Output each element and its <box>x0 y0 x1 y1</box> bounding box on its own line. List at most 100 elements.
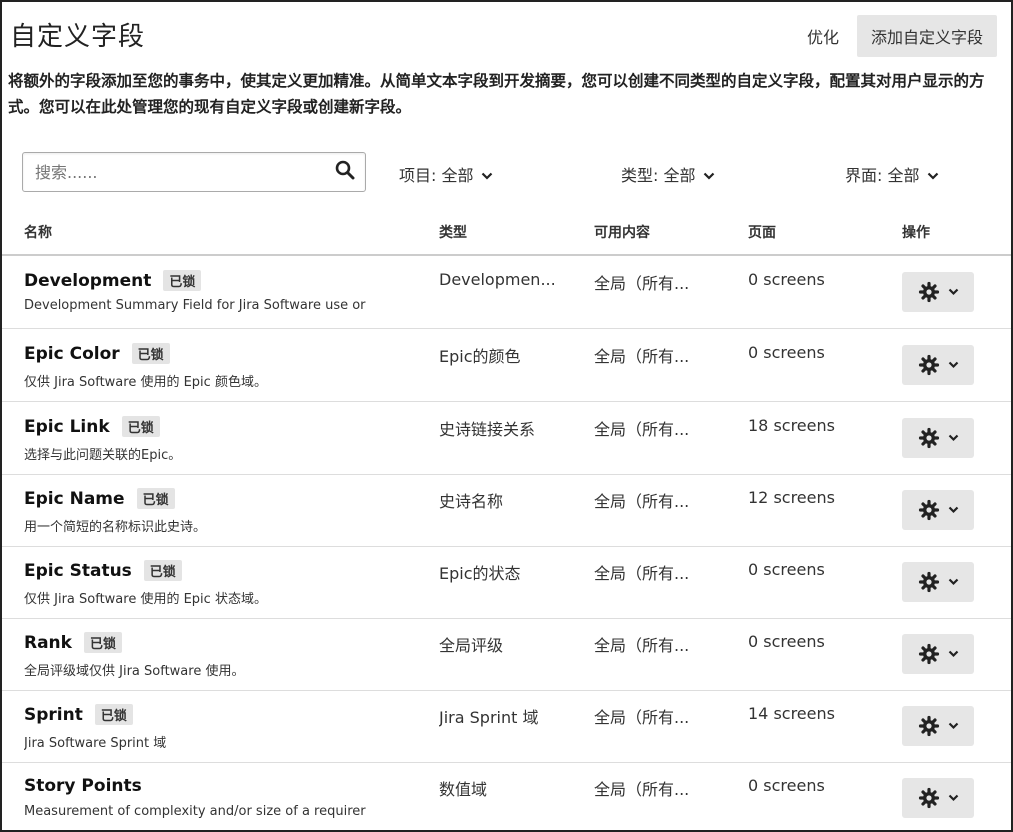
field-context[interactable]: 全局（所有... <box>594 560 724 584</box>
project-filter-label: 项目: 全部 <box>399 166 474 185</box>
field-screens[interactable]: 0 screens <box>748 270 878 289</box>
field-context[interactable]: 全局（所有... <box>594 416 724 440</box>
field-name[interactable]: Epic Name <box>24 489 125 509</box>
field-name[interactable]: Story Points <box>24 776 142 796</box>
field-type: 史诗链接关系 <box>439 420 536 439</box>
field-type: Developmen... <box>439 270 556 289</box>
field-context[interactable]: 全局（所有... <box>594 776 724 800</box>
column-header-screens[interactable]: 页面 <box>748 222 776 242</box>
field-context[interactable]: 全局（所有... <box>594 632 724 656</box>
actions-button[interactable] <box>902 490 974 530</box>
field-description: Development Summary Field for Jira Softw… <box>24 298 366 313</box>
custom-fields-page: 自定义字段 优化 添加自定义字段 将额外的字段添加至您的事务中，使其定义更加精准… <box>0 0 1013 832</box>
field-context[interactable]: 全局（所有... <box>594 704 724 728</box>
gear-icon <box>918 643 940 665</box>
table-row: Development 已锁 Development Summary Field… <box>2 256 1011 329</box>
field-screens[interactable]: 0 screens <box>748 632 878 651</box>
field-description: 仅供 Jira Software 使用的 Epic 状态域。 <box>24 592 267 607</box>
field-screens[interactable]: 12 screens <box>748 488 878 507</box>
field-name[interactable]: Epic Status <box>24 561 132 581</box>
gear-icon <box>918 787 940 809</box>
field-name-line: Epic Link 已锁 <box>24 416 160 437</box>
gear-icon <box>918 427 940 449</box>
type-filter-label: 类型: 全部 <box>621 166 696 185</box>
field-name-line: Epic Color 已锁 <box>24 343 170 364</box>
chevron-down-icon <box>948 578 959 586</box>
table-row: Sprint 已锁 Jira Software Sprint 域 Jira Sp… <box>2 690 1011 763</box>
table-row: Epic Link 已锁 选择与此问题关联的Epic。 史诗链接关系 全局（所有… <box>2 402 1011 475</box>
field-type: Jira Sprint 域 <box>439 708 539 727</box>
chevron-down-icon <box>948 361 959 369</box>
add-custom-field-button[interactable]: 添加自定义字段 <box>856 15 997 57</box>
gear-icon <box>918 499 940 521</box>
table-row: Epic Color 已锁 仅供 Jira Software 使用的 Epic … <box>2 329 1011 402</box>
actions-button[interactable] <box>902 634 974 674</box>
field-screens[interactable]: 18 screens <box>748 416 878 435</box>
table-row: Epic Name 已锁 用一个简短的名称标识此史诗。 史诗名称 全局（所有..… <box>2 474 1011 547</box>
field-name-line: Development 已锁 <box>24 270 202 291</box>
chevron-down-icon <box>948 506 959 514</box>
field-type: 史诗名称 <box>439 492 504 511</box>
field-name-line: Story Points <box>24 776 142 796</box>
column-header-type[interactable]: 类型 <box>439 222 467 242</box>
column-header-name[interactable]: 名称 <box>24 222 52 242</box>
gear-icon <box>918 354 940 376</box>
actions-button[interactable] <box>902 706 974 746</box>
table-row: Epic Status 已锁 仅供 Jira Software 使用的 Epic… <box>2 546 1011 619</box>
field-screens[interactable]: 0 screens <box>748 560 878 579</box>
chevron-down-icon <box>948 288 959 296</box>
locked-badge: 已锁 <box>143 560 182 581</box>
field-screens[interactable]: 0 screens <box>748 343 878 362</box>
chevron-down-icon <box>948 434 959 442</box>
column-header-actions: 操作 <box>902 225 930 241</box>
project-filter[interactable]: 项目: 全部 <box>399 162 493 186</box>
field-name-line: Rank 已锁 <box>24 632 122 653</box>
search-icon[interactable] <box>335 160 355 184</box>
actions-button[interactable] <box>902 272 974 312</box>
locked-badge: 已锁 <box>163 270 202 291</box>
screen-filter[interactable]: 界面: 全部 <box>845 162 939 186</box>
field-description: 选择与此问题关联的Epic。 <box>24 448 182 463</box>
page-description: 将额外的字段添加至您的事务中，使其定义更加精准。从简单文本字段到开发摘要，您可以… <box>8 72 985 116</box>
field-name[interactable]: Epic Link <box>24 417 110 437</box>
top-actions: 优化 添加自定义字段 <box>807 15 997 57</box>
type-filter[interactable]: 类型: 全部 <box>621 162 715 186</box>
gear-icon <box>918 715 940 737</box>
field-name[interactable]: Epic Color <box>24 344 120 364</box>
field-type: Epic的状态 <box>439 564 521 583</box>
optimize-link[interactable]: 优化 <box>807 24 839 48</box>
actions-button[interactable] <box>902 345 974 385</box>
actions-button[interactable] <box>902 778 974 818</box>
chevron-down-icon <box>948 650 959 658</box>
field-name-line: Epic Name 已锁 <box>24 488 175 509</box>
field-description: Jira Software Sprint 域 <box>24 736 167 751</box>
field-name-line: Sprint 已锁 <box>24 704 133 725</box>
field-type: 全局评级 <box>439 636 504 655</box>
actions-button[interactable] <box>902 418 974 458</box>
locked-badge: 已锁 <box>131 343 170 364</box>
locked-badge: 已锁 <box>136 488 175 509</box>
field-screens[interactable]: 0 screens <box>748 776 878 795</box>
search-input[interactable] <box>33 161 335 183</box>
field-type: 数值域 <box>439 780 488 799</box>
field-name-line: Epic Status 已锁 <box>24 560 182 581</box>
field-description: Measurement of complexity and/or size of… <box>24 804 366 819</box>
field-name[interactable]: Rank <box>24 633 72 653</box>
field-name[interactable]: Sprint <box>24 705 83 725</box>
field-name[interactable]: Development <box>24 271 151 291</box>
field-description: 全局评级域仅供 Jira Software 使用。 <box>24 664 245 679</box>
field-context[interactable]: 全局（所有... <box>594 270 724 294</box>
field-screens[interactable]: 14 screens <box>748 704 878 723</box>
field-context[interactable]: 全局（所有... <box>594 488 724 512</box>
table-row: Rank 已锁 全局评级域仅供 Jira Software 使用。 全局评级 全… <box>2 618 1011 691</box>
locked-badge: 已锁 <box>83 632 122 653</box>
actions-button[interactable] <box>902 562 974 602</box>
search-field[interactable] <box>22 152 366 192</box>
screen-filter-label: 界面: 全部 <box>845 166 920 185</box>
chevron-down-icon <box>948 722 959 730</box>
field-type: Epic的颜色 <box>439 347 521 366</box>
chevron-down-icon <box>948 794 959 802</box>
locked-badge: 已锁 <box>94 704 133 725</box>
column-header-context[interactable]: 可用内容 <box>594 222 650 242</box>
field-context[interactable]: 全局（所有... <box>594 343 724 367</box>
